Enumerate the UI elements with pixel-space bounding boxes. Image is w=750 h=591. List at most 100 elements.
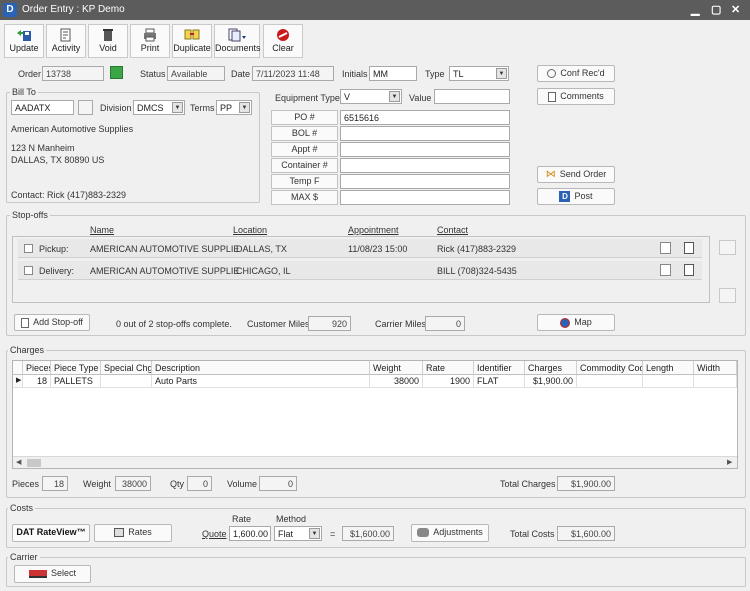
stopoff-move-down-button[interactable]: [719, 288, 736, 303]
edit-note-icon[interactable]: [660, 264, 671, 276]
rates-button[interactable]: Rates: [94, 524, 172, 542]
bill-to-lookup-box[interactable]: [78, 100, 93, 115]
close-icon[interactable]: ✕: [731, 3, 740, 16]
terms-select[interactable]: PP ▼: [216, 100, 252, 115]
order-number-field[interactable]: 13738: [42, 66, 104, 81]
initials-field[interactable]: MM: [369, 66, 417, 81]
print-label: Print: [140, 43, 160, 53]
cell-commodity-code[interactable]: [577, 375, 643, 388]
scroll-left-icon[interactable]: ◀: [16, 458, 21, 466]
print-button[interactable]: Print: [130, 24, 170, 58]
po-field[interactable]: 6515616: [340, 110, 510, 125]
minimize-icon[interactable]: ▁: [691, 3, 699, 16]
bill-to-code-field[interactable]: AADATX: [11, 100, 74, 115]
stopoff-row[interactable]: Delivery: AMERICAN AUTOMOTIVE SUPPLIE CH…: [18, 261, 702, 280]
division-label: Division: [100, 103, 132, 113]
col-special-chg[interactable]: Special Chg: [101, 361, 152, 375]
container-field[interactable]: [340, 158, 510, 173]
document-icon[interactable]: [684, 242, 694, 254]
quote-rate-field[interactable]: 1,600.00: [229, 526, 271, 541]
type-select[interactable]: TL ▼: [449, 66, 509, 81]
cell-piece-type[interactable]: PALLETS: [51, 375, 101, 388]
chevron-down-icon: ▼: [239, 102, 250, 113]
activity-icon: [60, 28, 71, 42]
col-commodity-code[interactable]: Commodity Code: [577, 361, 643, 375]
col-rate[interactable]: Rate: [423, 361, 474, 375]
maximize-icon[interactable]: ▢: [711, 3, 721, 16]
col-pieces[interactable]: Pieces: [23, 361, 51, 375]
map-button[interactable]: Map: [537, 314, 615, 331]
equipment-type-select[interactable]: V ▼: [340, 89, 402, 104]
comments-button[interactable]: Comments: [537, 88, 615, 105]
cell-rate[interactable]: 1900: [423, 375, 474, 388]
trash-icon: [103, 29, 113, 41]
select-carrier-button[interactable]: Select: [14, 565, 91, 583]
cell-length[interactable]: [643, 375, 694, 388]
bol-field[interactable]: [340, 126, 510, 141]
scroll-right-icon[interactable]: ▶: [727, 458, 732, 466]
stopoff-move-up-button[interactable]: [719, 240, 736, 255]
stopoff-checkbox[interactable]: [24, 266, 33, 275]
max-field[interactable]: [340, 190, 510, 205]
cell-weight[interactable]: 38000: [370, 375, 423, 388]
table-row[interactable]: ▶ 18 PALLETS Auto Parts 38000 1900 FLAT …: [13, 375, 737, 389]
order-label: Order: [18, 69, 42, 79]
cell-pieces[interactable]: 18: [23, 375, 51, 388]
dat-rateview-button[interactable]: DAT RateView™: [12, 524, 90, 542]
scrollbar-thumb[interactable]: [27, 459, 41, 467]
duplicate-label: Duplicate: [173, 43, 211, 53]
stopoffs-complete-text: 0 out of 2 stop-offs complete.: [116, 319, 232, 329]
person-icon[interactable]: [110, 66, 123, 79]
total-costs-label: Total Costs: [510, 529, 555, 539]
col-width[interactable]: Width: [694, 361, 737, 375]
max-label: MAX $: [271, 190, 338, 205]
cell-charges[interactable]: $1,900.00: [525, 375, 577, 388]
col-location-header[interactable]: Location: [233, 225, 267, 235]
col-piece-type[interactable]: Piece Type: [51, 361, 101, 375]
cell-special-chg[interactable]: [101, 375, 152, 388]
circle-icon: [547, 69, 557, 79]
cell-width[interactable]: [694, 375, 737, 388]
document-icon[interactable]: [684, 264, 694, 276]
send-order-button[interactable]: ⋈ Send Order: [537, 166, 615, 183]
value-field[interactable]: [434, 89, 510, 104]
edit-note-icon[interactable]: [660, 242, 671, 254]
col-weight[interactable]: Weight: [370, 361, 423, 375]
col-length[interactable]: Length: [643, 361, 694, 375]
row-selector-icon[interactable]: ▶: [13, 375, 23, 388]
add-stopoff-button[interactable]: Add Stop-off: [14, 314, 90, 331]
documents-label: Documents: [215, 43, 261, 53]
post-icon: D: [559, 191, 571, 203]
carrier-miles-label: Carrier Miles: [375, 319, 427, 329]
post-button[interactable]: D Post: [537, 188, 615, 205]
method-select[interactable]: Flat ▼: [274, 526, 322, 541]
duplicate-button[interactable]: Duplicate: [172, 24, 212, 58]
col-description[interactable]: Description: [152, 361, 370, 375]
adjustments-button[interactable]: Adjustments: [411, 524, 489, 542]
col-name-header[interactable]: Name: [90, 225, 114, 235]
col-identifier[interactable]: Identifier: [474, 361, 525, 375]
horizontal-scrollbar[interactable]: ◀ ▶: [13, 456, 737, 468]
col-contact-header[interactable]: Contact: [437, 225, 468, 235]
quote-label: Quote: [202, 529, 227, 539]
volume-label: Volume: [227, 479, 258, 489]
col-charges[interactable]: Charges: [525, 361, 577, 375]
stopoff-checkbox[interactable]: [24, 244, 33, 253]
division-select[interactable]: DMCS ▼: [133, 100, 185, 115]
cell-identifier[interactable]: FLAT: [474, 375, 525, 388]
clear-button[interactable]: Clear: [263, 24, 303, 58]
appt-field[interactable]: [340, 142, 510, 157]
documents-button[interactable]: Documents: [214, 24, 261, 58]
activity-button[interactable]: Activity: [46, 24, 86, 58]
col-appointment-header[interactable]: Appointment: [348, 225, 399, 235]
temp-field[interactable]: [340, 174, 510, 189]
conf-recd-button[interactable]: Conf Rec'd: [537, 65, 615, 82]
volume-total-field: 0: [259, 476, 297, 491]
rate-label: Rate: [232, 514, 252, 524]
row-header-corner: [13, 361, 23, 375]
update-button[interactable]: Update: [4, 24, 44, 58]
stopoff-row[interactable]: Pickup: AMERICAN AUTOMOTIVE SUPPLIE DALL…: [18, 239, 702, 258]
void-button[interactable]: Void: [88, 24, 128, 58]
date-label: Date: [231, 69, 251, 79]
cell-description[interactable]: Auto Parts: [152, 375, 370, 388]
